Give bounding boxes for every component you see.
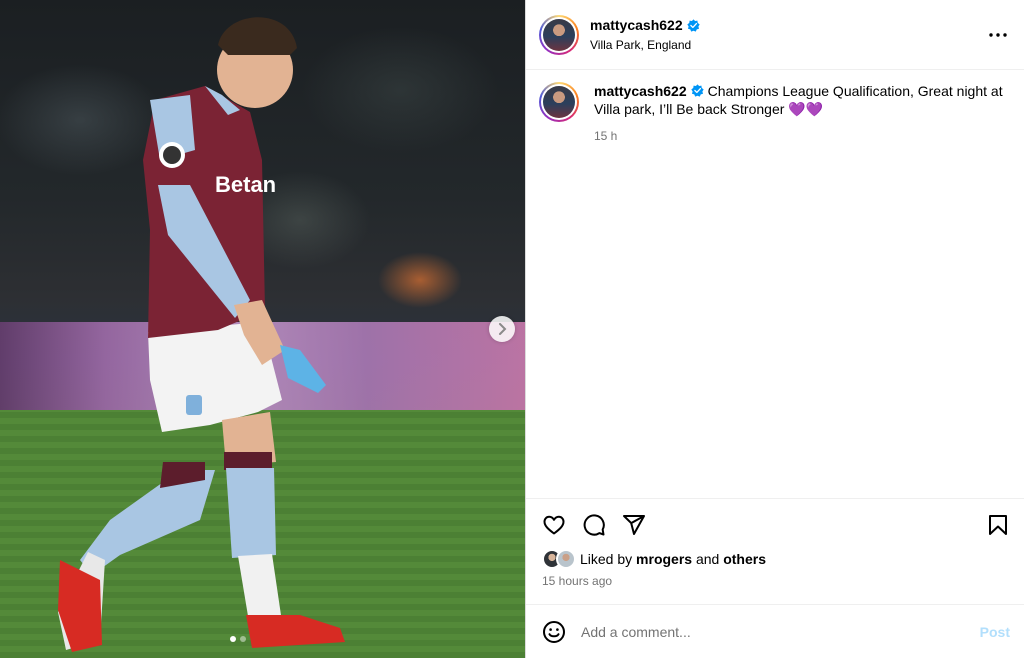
carousel-indicator (230, 636, 246, 642)
avatar (556, 549, 576, 569)
share-icon (623, 515, 645, 535)
liker-avatars (542, 549, 576, 569)
comment-box: Post (526, 604, 1024, 658)
caption-username[interactable]: mattycash622 (594, 83, 687, 99)
verified-badge-icon (686, 18, 700, 32)
like-button[interactable] (542, 513, 566, 537)
share-button[interactable] (622, 513, 646, 537)
bookmark-icon (989, 515, 1007, 535)
likes-others-link[interactable]: others (723, 551, 766, 567)
post-media[interactable]: Betan (0, 0, 525, 658)
action-bar (542, 499, 1010, 551)
author-username[interactable]: mattycash622 (590, 17, 683, 33)
svg-text:Betan: Betan (215, 172, 276, 197)
post-dialog: Betan mattycash622 Villa Park, England m… (0, 0, 1024, 658)
caption-time[interactable]: 15 h (594, 127, 1010, 145)
post-sidebar: mattycash622 Villa Park, England mattyca… (525, 0, 1024, 658)
more-horizontal-icon (989, 32, 1007, 37)
post-location[interactable]: Villa Park, England (590, 38, 986, 52)
author-avatar[interactable] (539, 14, 579, 55)
save-button[interactable] (986, 513, 1010, 537)
comment-icon (583, 514, 605, 536)
likes-prefix: Liked by (580, 551, 633, 567)
emoji-icon[interactable] (542, 620, 566, 644)
comment-input[interactable] (581, 623, 980, 640)
liker-username[interactable]: mrogers (636, 551, 692, 567)
post-comment-button[interactable]: Post (980, 624, 1010, 640)
comment-button[interactable] (582, 513, 606, 537)
carousel-dot-active (230, 636, 236, 642)
more-options-button[interactable] (986, 23, 1010, 47)
heart-icon (543, 515, 565, 535)
verified-badge-icon (690, 84, 704, 97)
post-actions-area: Liked by mrogers and others 15 hours ago (526, 498, 1024, 604)
likes-and: and (695, 551, 720, 567)
next-slide-button[interactable] (489, 316, 515, 342)
post-caption: mattycash622 Champions League Qualificat… (526, 70, 1024, 498)
caption-author-avatar[interactable] (539, 82, 579, 122)
player-figure: Betan (58, 17, 345, 652)
post-header: mattycash622 Villa Park, England (526, 0, 1024, 70)
carousel-dot (240, 636, 246, 642)
likes-summary[interactable]: Liked by mrogers and others (542, 549, 1010, 569)
chevron-right-icon (499, 323, 507, 335)
post-timestamp[interactable]: 15 hours ago (542, 574, 1010, 588)
